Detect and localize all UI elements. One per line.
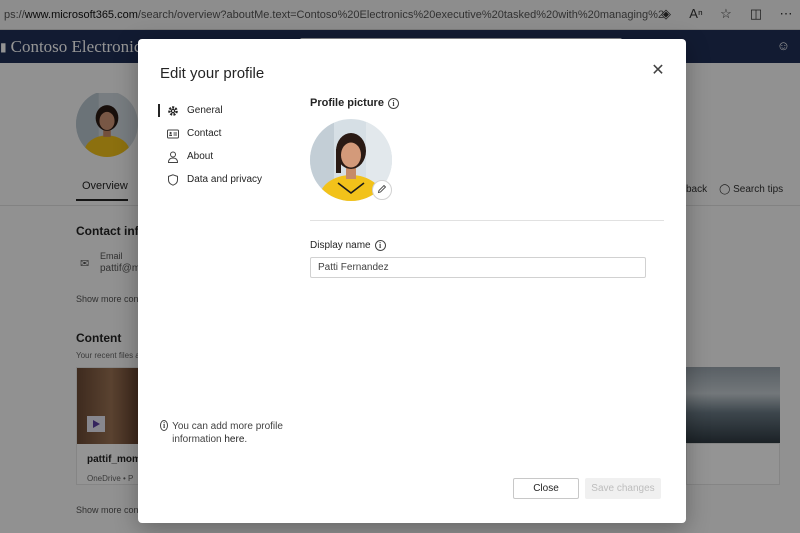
close-button[interactable]: Close — [513, 478, 579, 499]
profile-picture-text: Profile picture — [310, 97, 384, 109]
pencil-icon — [377, 181, 387, 199]
gear-icon — [167, 105, 179, 117]
save-changes-button[interactable]: Save changes — [585, 478, 661, 499]
nav-label-contact: Contact — [187, 128, 222, 139]
note-here-link[interactable]: here — [224, 434, 244, 445]
nav-item-contact[interactable]: Contact — [158, 122, 298, 145]
edit-profile-dialog: Edit your profile ✕ General Contact Abou… — [138, 39, 686, 523]
display-name-label: Display name i — [310, 240, 386, 251]
profile-picture — [310, 119, 392, 201]
dialog-title: Edit your profile — [160, 65, 265, 82]
nav-item-about[interactable]: About — [158, 145, 298, 168]
nav-item-general[interactable]: General — [158, 99, 298, 122]
shield-icon — [167, 173, 179, 186]
nav-label-data-privacy: Data and privacy — [187, 174, 263, 185]
profile-nav: General Contact About Data and privacy — [158, 99, 298, 191]
close-icon[interactable]: ✕ — [650, 63, 666, 79]
nav-item-data-privacy[interactable]: Data and privacy — [158, 168, 298, 191]
nav-label-about: About — [187, 151, 214, 162]
info-icon[interactable]: i — [374, 240, 386, 251]
edit-picture-button[interactable] — [372, 180, 392, 200]
person-icon — [167, 151, 179, 163]
display-name-text: Display name — [310, 240, 371, 251]
info-icon[interactable]: i — [387, 97, 399, 109]
info-icon: i — [160, 420, 169, 431]
note-text-wrap: You can add more profile information her… — [172, 420, 300, 446]
display-name-input[interactable] — [310, 257, 646, 278]
note-end: . — [244, 434, 248, 445]
section-divider — [310, 220, 664, 221]
add-info-note: i You can add more profile information h… — [160, 420, 300, 446]
nav-label-general: General — [187, 105, 223, 116]
profile-picture-label: Profile picture i — [310, 97, 399, 109]
contact-card-icon — [167, 128, 179, 140]
